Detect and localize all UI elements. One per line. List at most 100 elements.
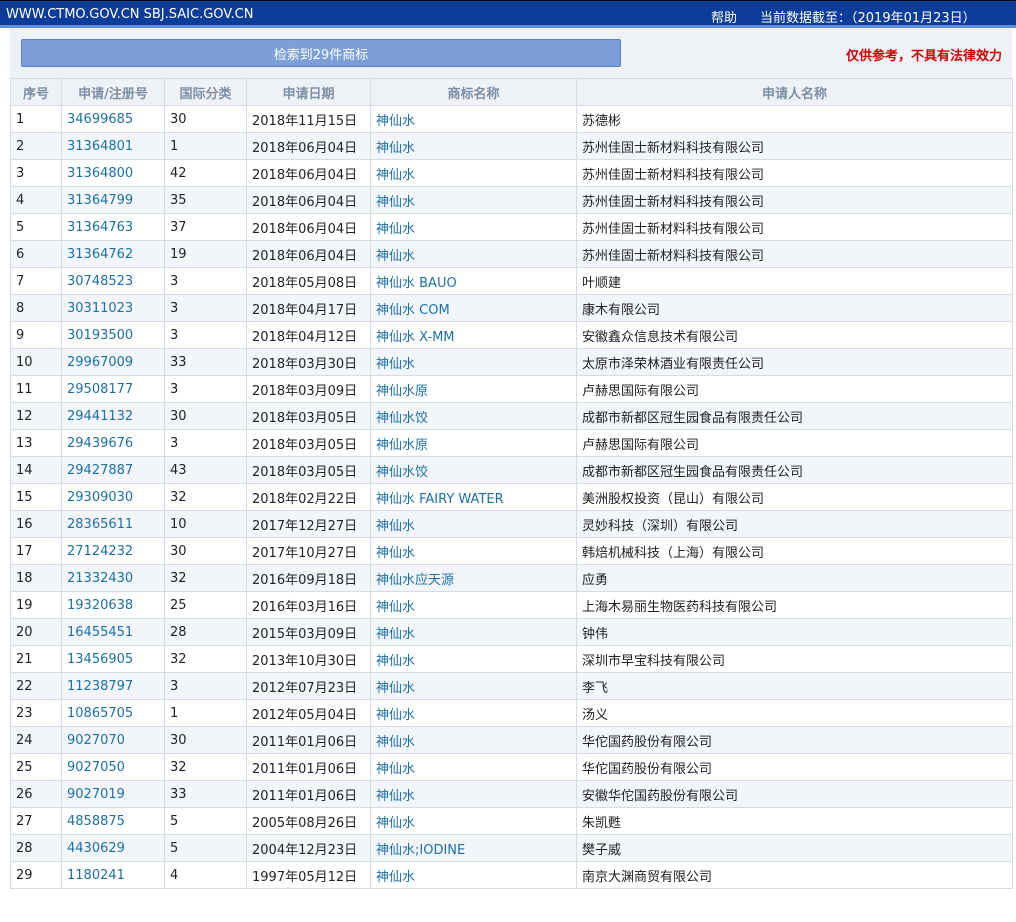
reg-no-link[interactable]: 30748523 (67, 274, 133, 289)
trademark-link[interactable]: 神仙水 (376, 114, 415, 129)
cell-reg-no: 29427887 (61, 456, 165, 484)
cell-class: 3 (164, 321, 247, 349)
reg-no-link[interactable]: 1180241 (67, 868, 125, 883)
cell-class: 3 (164, 375, 247, 403)
cell-trademark: 神仙水 (370, 132, 577, 160)
cell-trademark: 神仙水应天源 (370, 564, 577, 592)
reg-no-link[interactable]: 34699685 (67, 112, 133, 127)
reg-no-link[interactable]: 29427887 (67, 463, 133, 478)
trademark-link[interactable]: 神仙水饺 (376, 411, 428, 426)
table-row: 12 29441132 30 2018年03月05日 神仙水饺 成都市新都区冠生园食品有限… (10, 402, 1013, 430)
reg-no-link[interactable]: 31364800 (67, 166, 133, 181)
cell-applicant: 华佗国药股份有限公司 (576, 753, 1013, 781)
reg-no-link[interactable]: 31364799 (67, 193, 133, 208)
cell-applicant: 李飞 (576, 672, 1013, 700)
cell-date: 2018年03月05日 (246, 456, 371, 484)
reg-no-link[interactable]: 28365611 (67, 517, 133, 532)
table-row: 13 29439676 3 2018年03月05日 神仙水原 卢赫思国际有限公司 (10, 429, 1013, 457)
reg-no-link[interactable]: 29439676 (67, 436, 133, 451)
cell-trademark: 神仙水 (370, 861, 577, 889)
reg-no-link[interactable]: 31364763 (67, 220, 133, 235)
trademark-link[interactable]: 神仙水 (376, 600, 415, 615)
trademark-link[interactable]: 神仙水 (376, 708, 415, 723)
reg-no-link[interactable]: 27124232 (67, 544, 133, 559)
cell-serial: 20 (10, 618, 62, 646)
reg-no-link[interactable]: 29309030 (67, 490, 133, 505)
reg-no-link[interactable]: 31364801 (67, 139, 133, 154)
trademark-link[interactable]: 神仙水 (376, 519, 415, 534)
reg-no-link[interactable]: 9027050 (67, 760, 125, 775)
cell-trademark: 神仙水 BAUO (370, 267, 577, 295)
trademark-link[interactable]: 神仙水 (376, 789, 415, 804)
trademark-link[interactable]: 神仙水饺 (376, 465, 428, 480)
trademark-link[interactable]: 神仙水 (376, 195, 415, 210)
cell-trademark: 神仙水 (370, 348, 577, 376)
trademark-link[interactable]: 神仙水 (376, 222, 415, 237)
trademark-link[interactable]: 神仙水 (376, 735, 415, 750)
trademark-link[interactable]: 神仙水 FAIRY WATER (376, 492, 504, 507)
reg-no-link[interactable]: 30193500 (67, 328, 133, 343)
reg-no-link[interactable]: 16455451 (67, 625, 133, 640)
trademark-link[interactable]: 神仙水应天源 (376, 573, 454, 588)
cell-applicant: 成都市新都区冠生园食品有限责任公司 (576, 402, 1013, 430)
cell-reg-no: 29967009 (61, 348, 165, 376)
trademark-link[interactable]: 神仙水 BAUO (376, 276, 457, 291)
cell-applicant: 南京大渊商贸有限公司 (576, 861, 1013, 889)
trademark-link[interactable]: 神仙水原 (376, 438, 428, 453)
help-link[interactable]: 帮助 (711, 7, 737, 26)
cell-date: 2018年03月05日 (246, 429, 371, 457)
cell-class: 19 (164, 240, 247, 268)
trademark-link[interactable]: 神仙水 (376, 627, 415, 642)
trademark-link[interactable]: 神仙水 (376, 357, 415, 372)
result-count-button[interactable]: 检索到29件商标 (21, 39, 621, 67)
cell-serial: 19 (10, 591, 62, 619)
reg-no-link[interactable]: 9027019 (67, 787, 125, 802)
trademark-link[interactable]: 神仙水 X-MM (376, 330, 455, 345)
cell-class: 33 (164, 348, 247, 376)
table-row: 11 29508177 3 2018年03月09日 神仙水原 卢赫思国际有限公司 (10, 375, 1013, 403)
table-row: 28 4430629 5 2004年12月23日 神仙水;IODINE 樊子威 (10, 834, 1013, 862)
reg-no-link[interactable]: 11238797 (67, 679, 133, 694)
cell-date: 2005年08月26日 (246, 807, 371, 835)
cell-reg-no: 30193500 (61, 321, 165, 349)
reg-no-link[interactable]: 21332430 (67, 571, 133, 586)
cell-trademark: 神仙水饺 (370, 456, 577, 484)
cell-class: 1 (164, 699, 247, 727)
cell-reg-no: 10865705 (61, 699, 165, 727)
cell-reg-no: 4858875 (61, 807, 165, 835)
reg-no-link[interactable]: 19320638 (67, 598, 133, 613)
trademark-link[interactable]: 神仙水 (376, 681, 415, 696)
reg-no-link[interactable]: 10865705 (67, 706, 133, 721)
cell-applicant: 韩焙机械科技（上海）有限公司 (576, 537, 1013, 565)
cell-date: 2018年03月05日 (246, 402, 371, 430)
reg-no-link[interactable]: 4858875 (67, 814, 125, 829)
trademark-link[interactable]: 神仙水 COM (376, 303, 450, 318)
trademark-link[interactable]: 神仙水 (376, 168, 415, 183)
cell-date: 2011年01月06日 (246, 780, 371, 808)
cell-applicant: 钟伟 (576, 618, 1013, 646)
trademark-link[interactable]: 神仙水 (376, 141, 415, 156)
cell-serial: 11 (10, 375, 62, 403)
trademark-link[interactable]: 神仙水 (376, 546, 415, 561)
cell-serial: 26 (10, 780, 62, 808)
trademark-link[interactable]: 神仙水原 (376, 384, 428, 399)
trademark-link[interactable]: 神仙水 (376, 654, 415, 669)
reg-no-link[interactable]: 29441132 (67, 409, 133, 424)
reg-no-link[interactable]: 31364762 (67, 247, 133, 262)
trademark-link[interactable]: 神仙水;IODINE (376, 843, 465, 858)
reg-no-link[interactable]: 4430629 (67, 841, 125, 856)
reg-no-link[interactable]: 30311023 (67, 301, 133, 316)
cell-serial: 3 (10, 159, 62, 187)
trademark-link[interactable]: 神仙水 (376, 816, 415, 831)
table-row: 26 9027019 33 2011年01月06日 神仙水 安徽华佗国药股份有限公司 (10, 780, 1013, 808)
table-row: 18 21332430 32 2016年09月18日 神仙水应天源 应勇 (10, 564, 1013, 592)
reg-no-link[interactable]: 13456905 (67, 652, 133, 667)
trademark-link[interactable]: 神仙水 (376, 762, 415, 777)
trademark-link[interactable]: 神仙水 (376, 249, 415, 264)
reg-no-link[interactable]: 9027070 (67, 733, 125, 748)
trademark-link[interactable]: 神仙水 (376, 870, 415, 885)
reg-no-link[interactable]: 29967009 (67, 355, 133, 370)
cell-reg-no: 9027070 (61, 726, 165, 754)
reg-no-link[interactable]: 29508177 (67, 382, 133, 397)
table-row: 6 31364762 19 2018年06月04日 神仙水 苏州佳固士新材料科技有限公司 (10, 240, 1013, 268)
